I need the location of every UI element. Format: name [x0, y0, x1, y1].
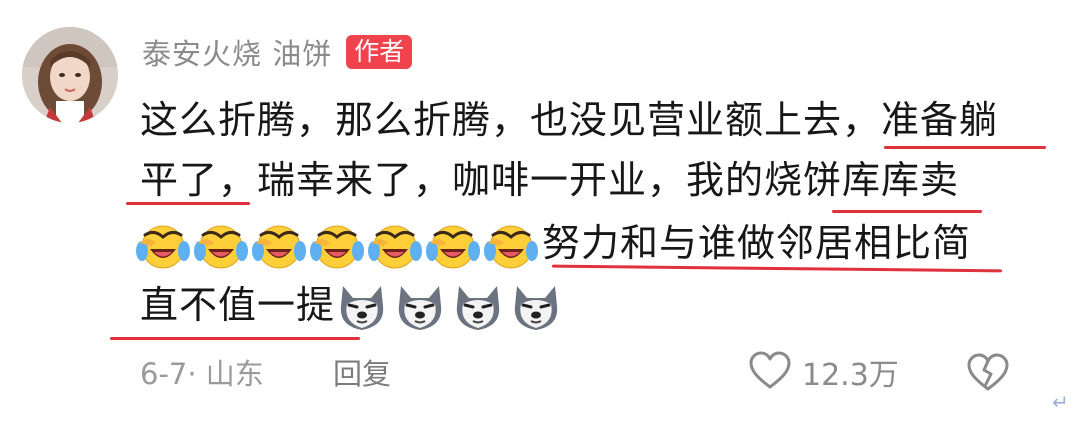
underline-mark	[110, 337, 360, 340]
avatar[interactable]	[22, 27, 118, 123]
like-button[interactable]: 12.3万	[748, 350, 899, 394]
dog-emoji-group	[335, 283, 567, 330]
broken-heart-icon[interactable]	[966, 353, 1010, 396]
dislike-button[interactable]	[966, 352, 1010, 396]
crying-laugh-emoji	[252, 225, 306, 268]
comment-text-line-2: 平了，瑞幸来了，咖啡一开业，我的烧饼库库卖	[140, 158, 960, 202]
like-count: 12.3万	[802, 358, 899, 393]
underline-mark	[884, 146, 1046, 149]
crying-laugh-emoji-group	[136, 221, 542, 268]
underline-mark	[832, 210, 982, 213]
author-name[interactable]: 泰安火烧 油饼	[142, 31, 332, 73]
reply-button[interactable]: 回复	[333, 352, 391, 396]
comment-text-line-1: 这么折腾，那么折腾，也没见营业额上去，准备躺	[140, 98, 999, 142]
dog-emoji	[340, 285, 384, 330]
crying-laugh-emoji	[426, 225, 480, 268]
dog-emoji	[514, 285, 558, 330]
crying-laugh-emoji	[194, 225, 248, 268]
crying-laugh-emoji	[484, 225, 538, 268]
author-row: 泰安火烧 油饼 作者	[142, 31, 413, 73]
return-glyph: ↵	[1052, 390, 1069, 414]
dog-emoji	[398, 285, 442, 330]
crying-laugh-emoji	[136, 225, 190, 268]
comment-text-line-4: 直不值一提	[140, 280, 567, 330]
underline-mark	[126, 202, 250, 205]
comment-text-line-4-text: 直不值一提	[140, 283, 336, 327]
crying-laugh-emoji	[368, 225, 422, 268]
author-badge: 作者	[346, 35, 413, 69]
dog-emoji	[456, 285, 500, 330]
heart-icon[interactable]	[748, 350, 792, 394]
comment-text-line-3: 努力和与谁做邻居相比简	[136, 218, 971, 268]
comment-item: 泰安火烧 油饼 作者 这么折腾，那么折腾，也没见营业额上去，准备躺 平了，瑞幸来…	[0, 0, 1080, 425]
crying-laugh-emoji	[310, 225, 364, 268]
comment-text-line-3-text: 努力和与谁做邻居相比简	[542, 221, 972, 265]
date-location: 6-7· 山东	[140, 357, 264, 391]
